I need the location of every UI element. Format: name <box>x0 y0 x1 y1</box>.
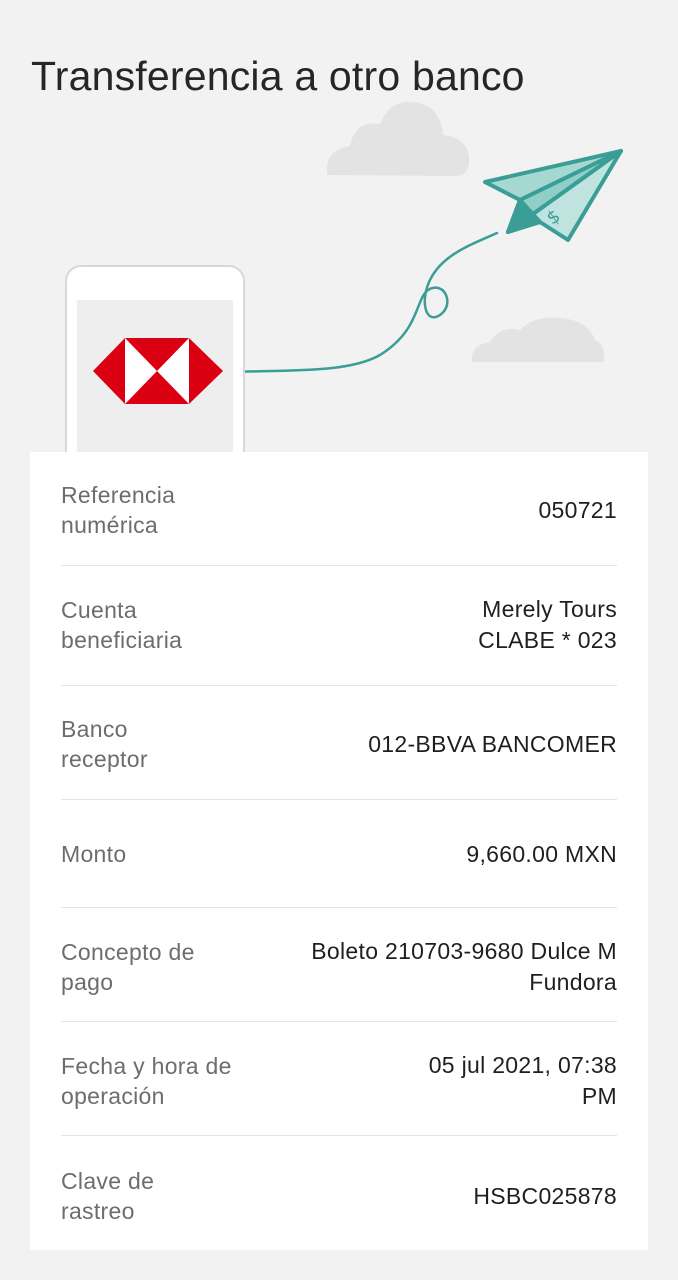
detail-row-monto: Monto 9,660.00 MXN <box>61 824 617 884</box>
detail-row-concepto: Concepto de pago Boleto 210703-9680 Dulc… <box>61 935 617 999</box>
detail-label: Fecha y hora de operación <box>61 1053 232 1109</box>
row-divider <box>61 1135 617 1136</box>
detail-label: Concepto de pago <box>61 939 195 995</box>
hsbc-logo <box>93 338 223 404</box>
detail-row-banco: Banco receptor 012-BBVA BANCOMER <box>61 712 617 776</box>
paper-plane-icon: $ <box>483 149 623 242</box>
detail-value: HSBC025878 <box>473 1182 617 1209</box>
detail-label: Referencia numérica <box>61 482 176 538</box>
detail-label: Cuenta beneficiaria <box>61 597 183 653</box>
cloud-icon <box>471 317 605 362</box>
detail-row-referencia: Referencia numérica 050721 <box>61 478 617 542</box>
detail-value: 05 jul 2021, 07:38 PM <box>428 1052 617 1109</box>
detail-value: Boleto 210703-9680 Dulce M Fundora <box>311 938 617 995</box>
detail-row-cuenta: Cuenta beneficiaria Merely Tours CLABE *… <box>61 593 617 657</box>
detail-row-fecha: Fecha y hora de operación 05 jul 2021, 0… <box>61 1049 617 1113</box>
cloud-icon <box>326 101 470 176</box>
detail-label: Clave de rastreo <box>61 1168 155 1224</box>
row-divider <box>61 685 617 686</box>
plane-trail <box>227 231 499 374</box>
detail-value: Merely Tours CLABE * 023 <box>478 596 617 653</box>
detail-value: 9,660.00 MXN <box>466 840 617 867</box>
detail-row-clave: Clave de rastreo HSBC025878 <box>61 1164 617 1228</box>
row-divider <box>61 565 617 566</box>
detail-label: Monto <box>61 841 127 867</box>
detail-label: Banco receptor <box>61 716 148 772</box>
detail-value: 050721 <box>538 496 617 523</box>
detail-value: 012-BBVA BANCOMER <box>368 730 617 757</box>
row-divider <box>61 799 617 800</box>
row-divider <box>61 1021 617 1022</box>
transfer-details-card: Referencia numérica 050721 Cuenta benefi… <box>30 452 648 1250</box>
row-divider <box>61 907 617 908</box>
